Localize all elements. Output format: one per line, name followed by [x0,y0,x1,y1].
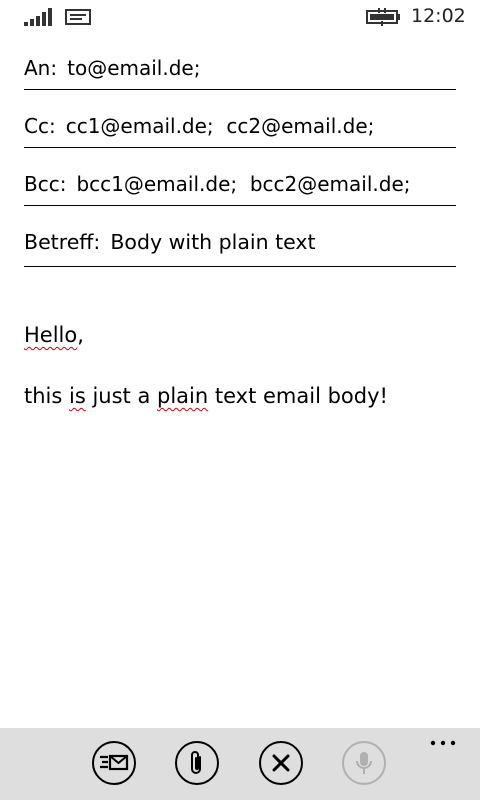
subject-label: Betreff: [24,230,101,254]
bcc-field[interactable]: Bcc: bcc1@email.de; bcc2@email.de; [24,171,456,206]
subject-value[interactable]: Body with plain text [110,230,315,254]
spellcheck-word[interactable]: plain [157,384,208,408]
to-value[interactable]: to@email.de; [67,56,200,80]
spellcheck-word[interactable]: Hello [24,323,77,347]
close-icon [272,754,290,772]
voice-input-button[interactable] [342,741,386,785]
subject-field[interactable]: Betreff: Body with plain text [24,229,456,267]
paperclip-icon [191,751,201,774]
bcc-value[interactable]: bcc1@email.de; bcc2@email.de; [76,172,410,196]
app-bar [0,728,480,800]
microphone-icon [356,752,372,774]
to-label: An: [24,56,58,80]
status-clock: 12:02 [411,5,466,27]
body-text-segment: this [24,384,69,408]
body-text-segment: just a [85,384,157,408]
message-notification-icon [65,9,91,25]
body-text-segment: , [77,323,84,347]
cc-value[interactable]: cc1@email.de; cc2@email.de; [66,114,375,138]
send-mail-icon [100,754,129,771]
cc-label: Cc: [24,114,56,138]
discard-button[interactable] [259,741,303,785]
spellcheck-word[interactable]: is [69,384,86,408]
send-button[interactable] [92,741,136,785]
cc-field[interactable]: Cc: cc1@email.de; cc2@email.de; [24,113,456,148]
status-bar: 12:02 [0,0,480,34]
email-compose-screen: 12:02 An: to@email.de; Cc: cc1@email.de; c… [0,0,480,800]
body-line-2[interactable]: this is just a plain text email body! [24,382,388,410]
body-line-1[interactable]: Hello, [24,321,84,349]
signal-bars-icon [24,8,52,26]
attach-button[interactable] [175,741,219,785]
ellipsis-icon[interactable] [430,740,456,746]
bcc-label: Bcc: [24,172,67,196]
battery-charging-icon [366,8,400,26]
body-text-segment: text email body! [208,384,388,408]
to-field[interactable]: An: to@email.de; [24,55,456,90]
